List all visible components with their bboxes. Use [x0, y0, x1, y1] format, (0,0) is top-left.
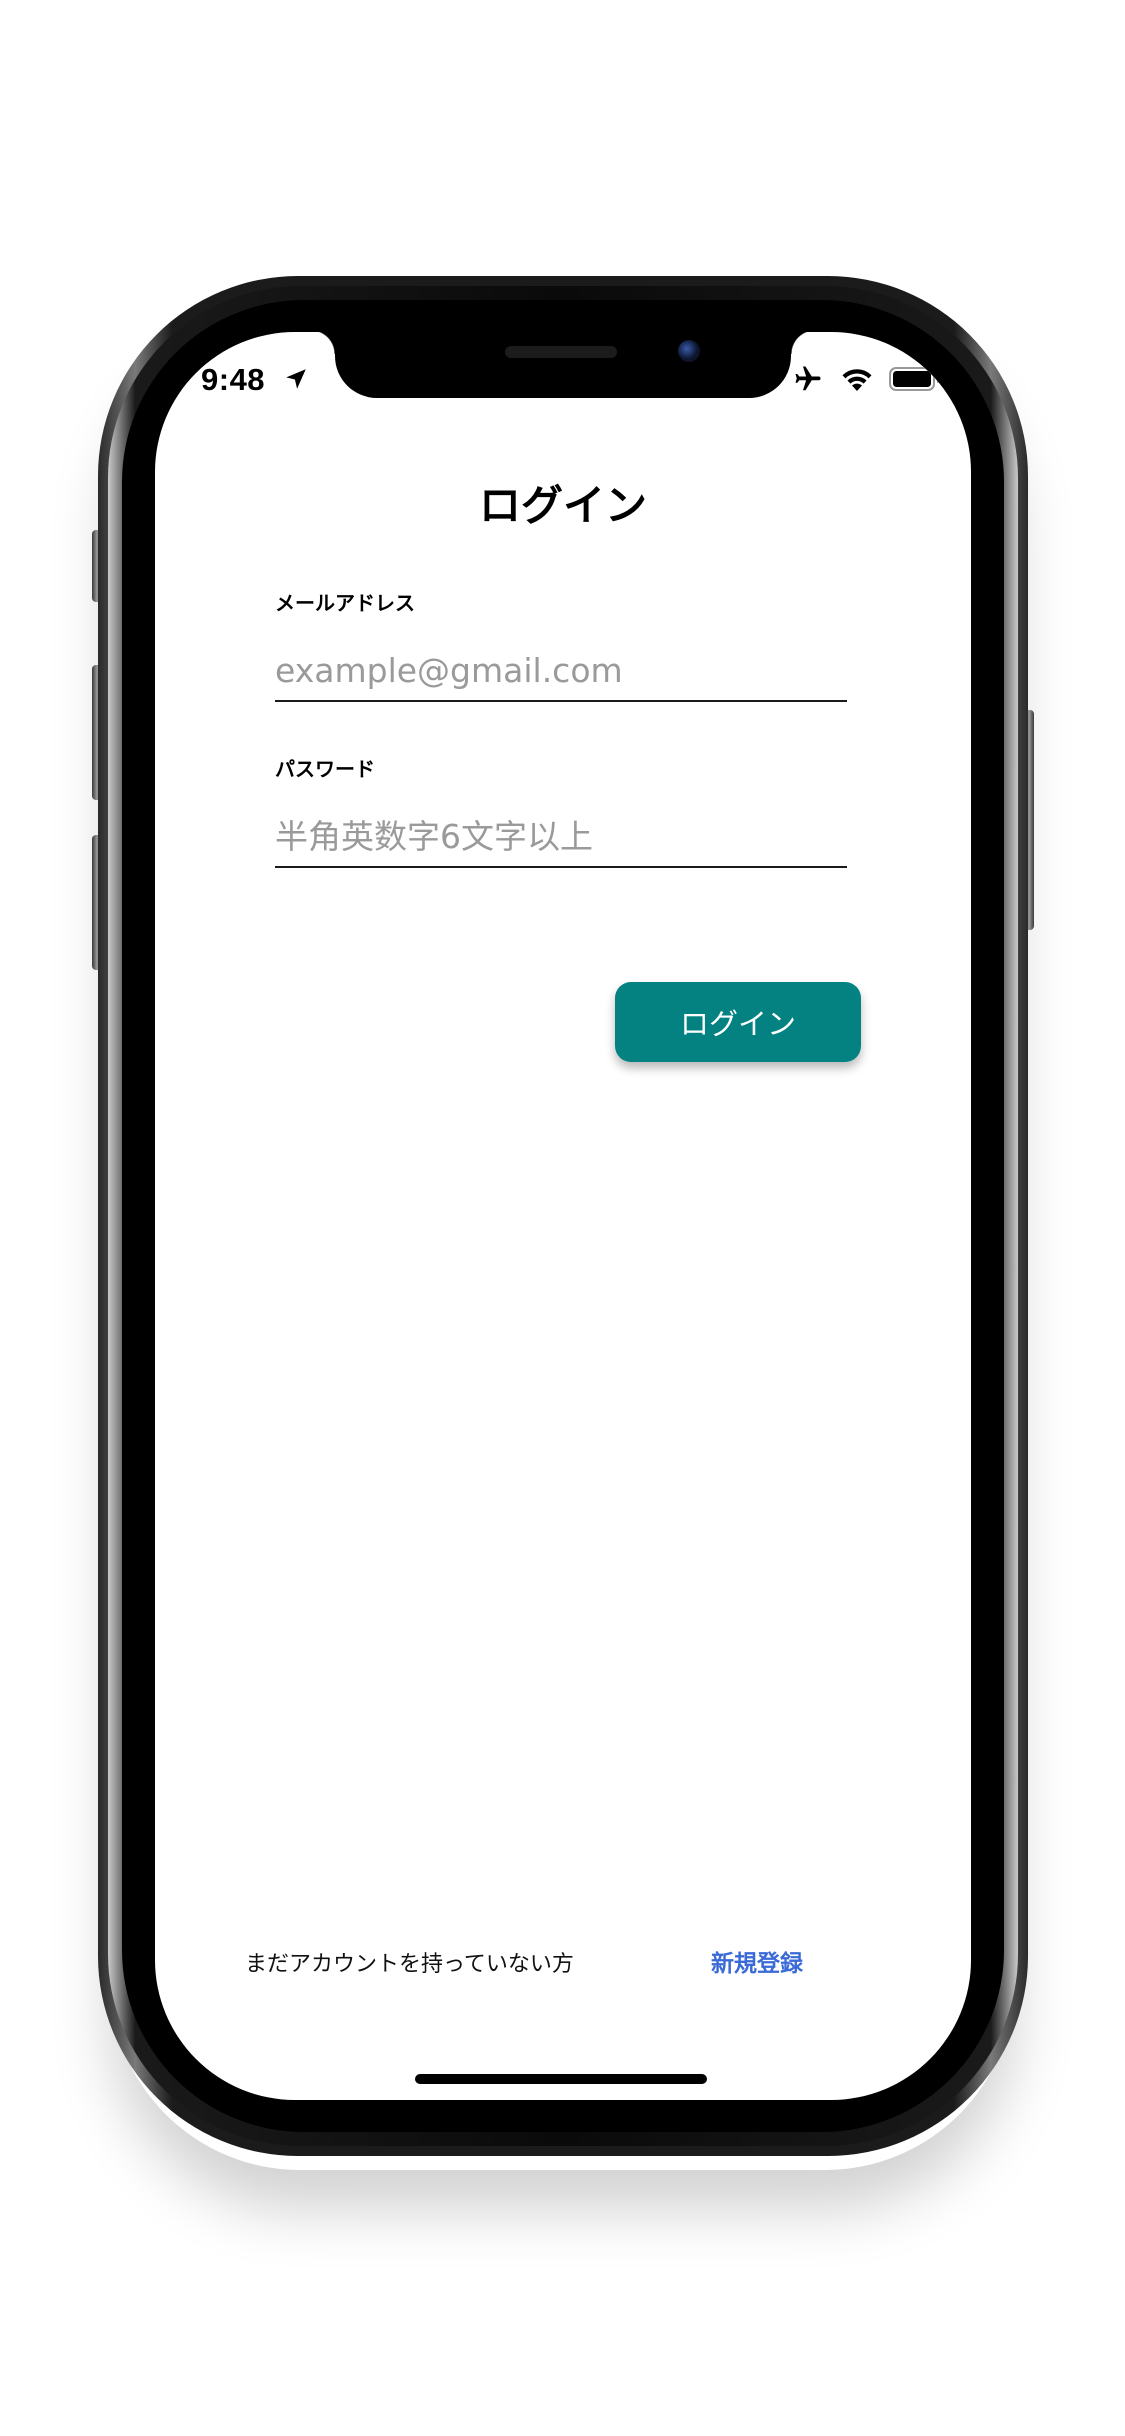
page-title: ログイン [478, 481, 647, 530]
device-mockup: 9:48 ログイン メールアドレス パスワード [0, 0, 1125, 2436]
notch [311, 332, 815, 398]
battery-icon [889, 367, 940, 391]
status-icons [791, 364, 941, 394]
app-screen: 9:48 ログイン メールアドレス パスワード [155, 332, 971, 2100]
location-arrow-icon [286, 369, 306, 389]
signup-link[interactable]: 新規登録 [711, 1944, 803, 1978]
status-time: 9:48 [201, 362, 266, 397]
login-button-label: ログイン [679, 1007, 796, 1041]
password-label: パスワード [275, 757, 375, 781]
email-label: メールアドレス [275, 591, 415, 615]
password-input[interactable] [275, 806, 847, 868]
email-input[interactable] [275, 640, 847, 702]
wifi-icon [842, 369, 872, 391]
login-button[interactable]: ログイン [615, 982, 861, 1062]
no-account-prompt: まだアカウントを持っていない方 [245, 1952, 574, 1977]
home-indicator[interactable] [415, 2074, 707, 2084]
airplane-icon [795, 366, 821, 391]
front-camera [678, 340, 700, 362]
earpiece-speaker [505, 346, 617, 358]
